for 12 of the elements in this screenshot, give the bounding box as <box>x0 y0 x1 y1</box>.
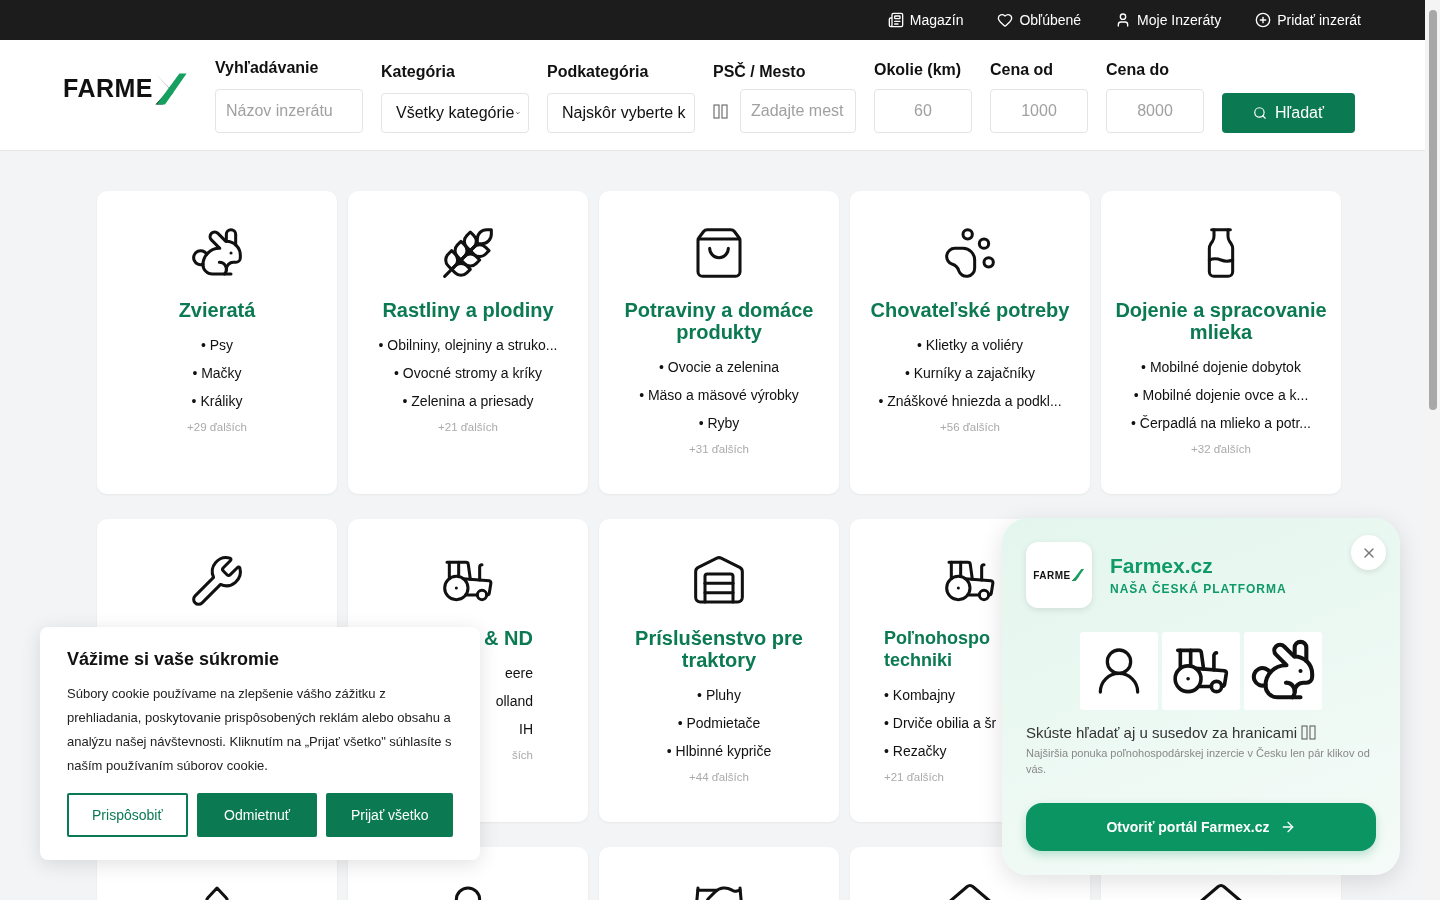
field-label: Podkategória <box>547 63 650 81</box>
cookie-text: Súbory cookie používame na zlepšenie vášho zážitku z prehliadania, poskytovanie prispôsobených reklám alebo obsahu a analýzu našej návštevnosti. Kliknutím na „Prijať všetko" súhlasíte s naším používaním súborov cookie. <box>67 685 453 775</box>
field-label: Kategória <box>381 63 456 81</box>
logo-text: FARME <box>1033 569 1071 581</box>
promo-title: Farmex.cz <box>1110 554 1214 578</box>
field-label: Cena do <box>1106 61 1171 79</box>
field-label: Okolie (km) <box>874 61 963 79</box>
field-label: Cena od <box>990 61 1055 79</box>
promo-subtitle: NAŠA ČESKÁ PLATFORMA <box>1110 582 1287 596</box>
field-label: Vyhľadávanie <box>215 59 320 77</box>
cookie-title: Vážime si vaše súkromie <box>67 649 281 670</box>
field-label: PSČ / Mesto <box>713 63 807 81</box>
